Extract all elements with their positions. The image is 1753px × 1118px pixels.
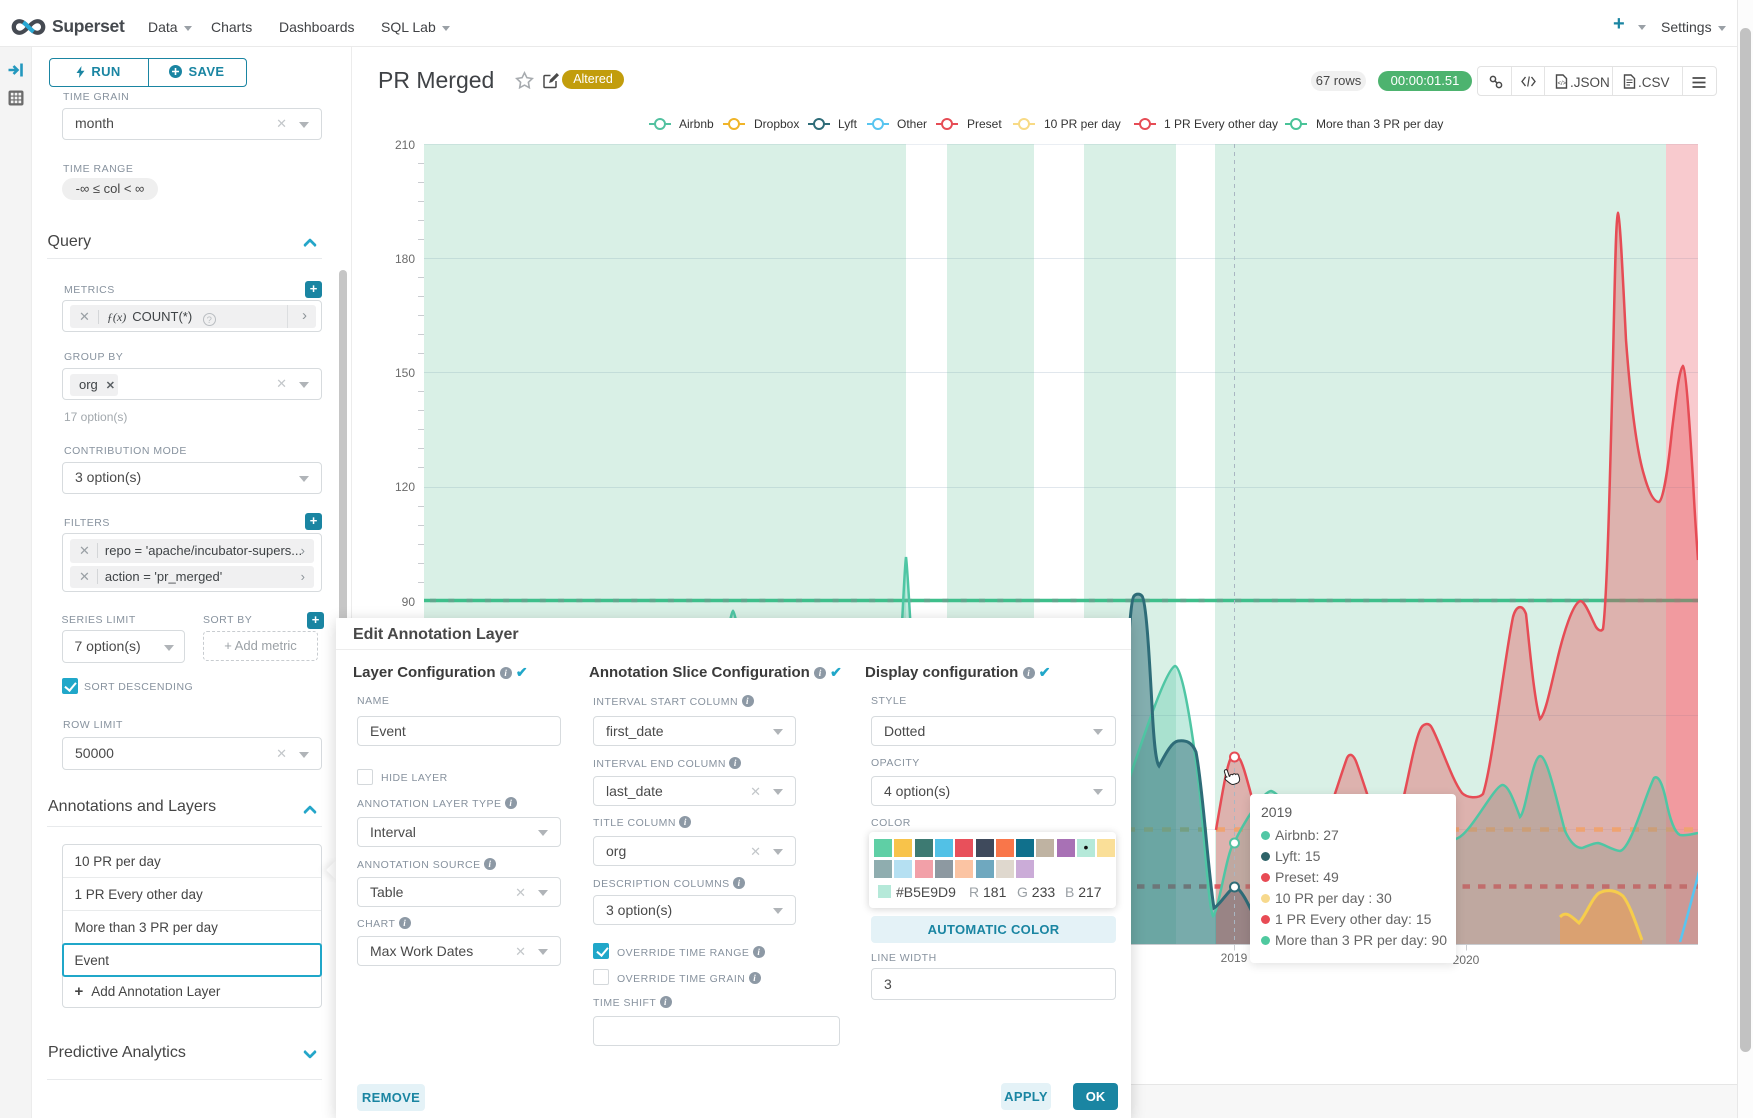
svg-text:150: 150: [395, 366, 415, 380]
svg-text:10 PR per day: 10 PR per day: [1044, 117, 1121, 131]
svg-text:</>: </>: [1558, 81, 1567, 87]
svg-text:Preset: Preset: [967, 117, 1002, 131]
svg-text:Lyft: Lyft: [838, 117, 858, 131]
svg-text:2019: 2019: [1221, 951, 1248, 965]
svg-text:210: 210: [395, 138, 415, 152]
svg-text:90: 90: [402, 595, 416, 609]
svg-text:1 PR Every other day: 1 PR Every other day: [1164, 117, 1278, 131]
svg-text:2020: 2020: [1453, 953, 1480, 967]
svg-text:Other: Other: [897, 117, 927, 131]
svg-text:Airbnb: Airbnb: [679, 117, 714, 131]
svg-text:Dropbox: Dropbox: [754, 117, 799, 131]
svg-text:More than 3 PR per day: More than 3 PR per day: [1316, 117, 1443, 131]
svg-text:180: 180: [395, 252, 415, 266]
svg-text:120: 120: [395, 480, 415, 494]
